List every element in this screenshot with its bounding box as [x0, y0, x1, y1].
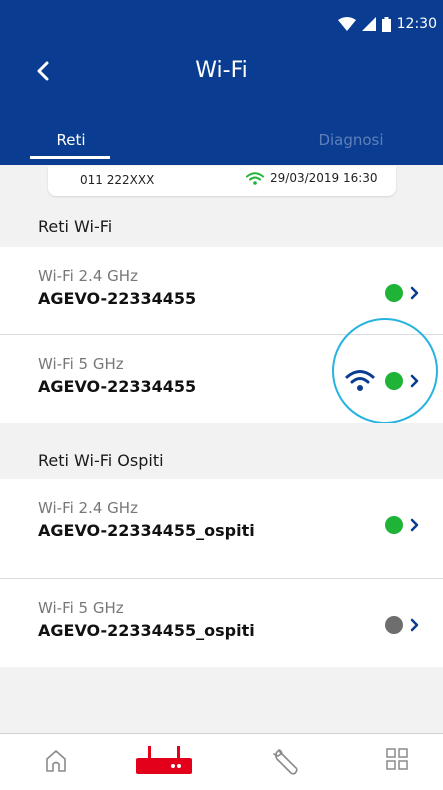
network-ssid: AGEVO-22334455_ospiti	[38, 521, 255, 540]
network-ssid: AGEVO-22334455	[38, 289, 197, 308]
tab-bar: Reti Diagnosi	[0, 125, 443, 165]
section-header-reti-wifi-ospiti: Reti Wi-Fi Ospiti	[0, 423, 443, 479]
status-dot-gray	[385, 616, 403, 634]
empty-area	[0, 667, 443, 733]
network-band: Wi-Fi 5 GHz	[38, 355, 124, 373]
section-header-reti-wifi: Reti Wi-Fi	[0, 207, 443, 247]
info-bar: 011 222XXX 29/03/2019 16:30	[0, 165, 443, 207]
section-title: Reti Wi-Fi	[38, 217, 113, 236]
nav-tools[interactable]	[272, 748, 300, 780]
chevron-right-icon	[410, 518, 419, 532]
line-number: 011 222XXX	[80, 173, 155, 187]
grid-icon	[386, 748, 408, 770]
tab-diagnosi[interactable]: Diagnosi	[296, 125, 406, 165]
status-time: 12:30	[396, 16, 437, 32]
home-icon	[46, 750, 66, 772]
network-ssid: AGEVO-22334455	[38, 377, 197, 396]
status-dot-green	[385, 284, 403, 302]
battery-icon	[381, 16, 391, 32]
cell-signal-icon	[361, 17, 376, 31]
wifi-status-icon	[246, 171, 264, 185]
app-header: 12:30 Wi-Fi Reti Diagnosi	[0, 0, 443, 165]
status-dot-green	[385, 516, 403, 534]
network-band: Wi-Fi 2.4 GHz	[38, 499, 138, 517]
nav-more[interactable]	[386, 748, 408, 774]
tab-reti[interactable]: Reti	[16, 125, 126, 165]
wrench-icon	[273, 749, 298, 775]
nav-home[interactable]	[44, 748, 68, 778]
nav-router[interactable]	[136, 744, 192, 780]
active-tab-indicator	[30, 156, 110, 159]
guest-network-row-wifi-5[interactable]: Wi-Fi 5 GHz AGEVO-22334455_ospiti	[0, 579, 443, 667]
status-bar: 12:30	[337, 14, 437, 34]
router-icon	[136, 746, 192, 774]
network-ssid: AGEVO-22334455_ospiti	[38, 621, 255, 640]
wifi-signal-icon	[337, 17, 356, 31]
line-info-card: 011 222XXX 29/03/2019 16:30	[48, 166, 396, 196]
last-update: 29/03/2019 16:30	[246, 171, 378, 185]
page-title: Wi-Fi	[195, 58, 248, 83]
network-band: Wi-Fi 2.4 GHz	[38, 267, 138, 285]
section-title: Reti Wi-Fi Ospiti	[38, 451, 164, 470]
guest-network-row-wifi-2-4[interactable]: Wi-Fi 2.4 GHz AGEVO-22334455_ospiti	[0, 479, 443, 567]
bottom-navigation	[0, 733, 443, 790]
update-datetime: 29/03/2019 16:30	[270, 171, 378, 185]
chevron-right-icon	[410, 286, 419, 300]
network-band: Wi-Fi 5 GHz	[38, 599, 124, 617]
chevron-right-icon	[410, 618, 419, 632]
highlight-circle	[332, 318, 438, 424]
